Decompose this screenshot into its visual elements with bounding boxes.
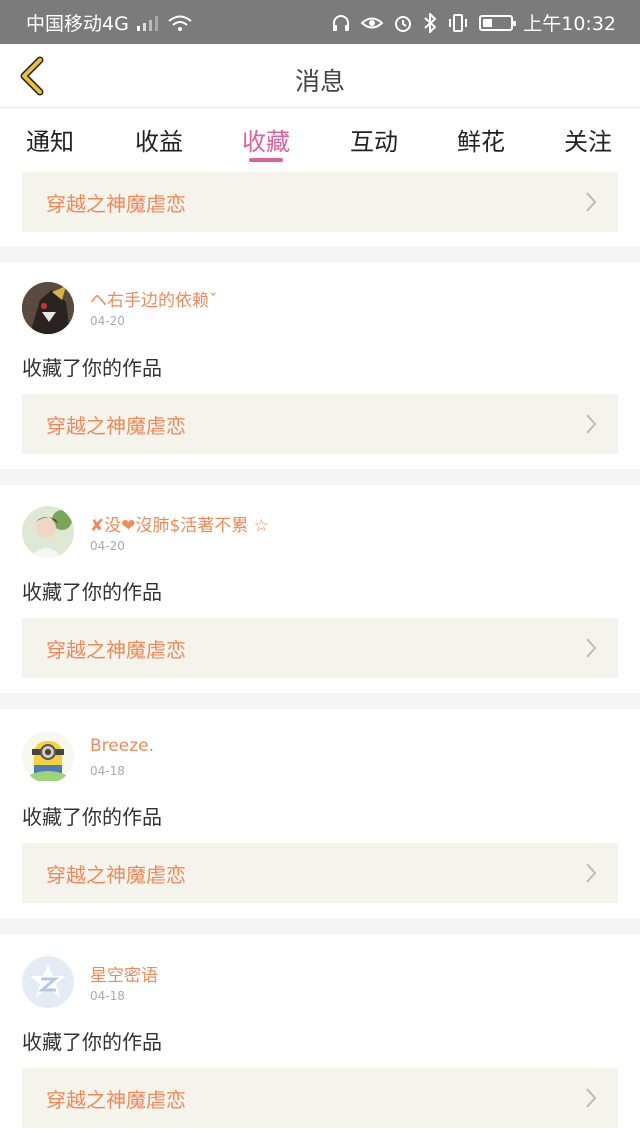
status-left: 中国移动4G	[26, 9, 193, 36]
post-date: 04-18	[90, 764, 125, 778]
action-text: 收藏了你的作品	[22, 805, 162, 829]
action-text: 收藏了你的作品	[22, 580, 162, 604]
alarm-icon	[393, 13, 413, 33]
divider	[0, 246, 640, 262]
chevron-right-icon	[586, 863, 597, 883]
work-link[interactable]: 穿越之神魔虐恋	[22, 172, 618, 232]
work-title: 穿越之神魔虐恋	[46, 863, 186, 887]
work-title: 穿越之神魔虐恋	[46, 192, 186, 216]
divider	[0, 693, 640, 709]
avatar[interactable]	[22, 731, 74, 783]
user-name[interactable]: 星空密语	[90, 961, 158, 986]
user-name[interactable]: ✘没❤沒肺$活著不累 ☆	[90, 511, 269, 536]
avatar[interactable]	[22, 282, 74, 334]
post-date: 04-20	[90, 539, 125, 553]
tab-interactions[interactable]: 互动	[320, 122, 428, 157]
status-right: 上午10:32	[331, 9, 616, 36]
post-date: 04-18	[90, 989, 125, 1003]
clock-label: 上午10:32	[523, 13, 616, 35]
tab-earnings[interactable]: 收益	[105, 122, 213, 157]
headset-icon	[331, 13, 351, 33]
status-bar: 中国移动4G 上午10:32	[0, 0, 640, 44]
page-title: 消息	[294, 67, 345, 96]
work-title: 穿越之神魔虐恋	[46, 414, 186, 438]
user-name[interactable]: Breeze.	[90, 736, 154, 756]
nav-bar: 消息	[0, 44, 640, 108]
work-link[interactable]: 穿越之神魔虐恋	[22, 618, 618, 678]
vibrate-icon	[447, 13, 469, 33]
avatar[interactable]	[22, 506, 74, 558]
tab-flowers[interactable]: 鲜花	[427, 122, 535, 157]
work-link[interactable]: 穿越之神魔虐恋	[22, 1068, 618, 1128]
work-title: 穿越之神魔虐恋	[46, 1088, 186, 1112]
tab-active-indicator	[249, 158, 283, 162]
chevron-right-icon	[586, 638, 597, 658]
signal-icon	[135, 14, 161, 32]
avatar[interactable]	[22, 956, 74, 1008]
work-title: 穿越之神魔虐恋	[46, 638, 186, 662]
wifi-icon	[167, 14, 193, 32]
tab-favorites[interactable]: 收藏	[212, 122, 320, 157]
chevron-right-icon	[586, 192, 597, 212]
chevron-right-icon	[586, 1088, 597, 1108]
action-text: 收藏了你的作品	[22, 1030, 162, 1054]
carrier-label: 中国移动4G	[26, 13, 129, 35]
chevron-right-icon	[586, 414, 597, 434]
divider	[0, 469, 640, 485]
tab-bar: 通知 收益 收藏 互动 鲜花 关注	[0, 110, 640, 166]
work-link[interactable]: 穿越之神魔虐恋	[22, 394, 618, 454]
battery-icon	[479, 14, 517, 31]
bluetooth-icon	[423, 12, 437, 33]
eye-icon	[361, 14, 384, 32]
action-text: 收藏了你的作品	[22, 356, 162, 380]
divider	[0, 918, 640, 934]
post-date: 04-20	[90, 314, 125, 328]
tab-following[interactable]: 关注	[534, 122, 640, 157]
tab-notifications[interactable]: 通知	[0, 122, 104, 157]
work-link[interactable]: 穿越之神魔虐恋	[22, 843, 618, 903]
user-name[interactable]: ヘ右手边的依赖ˇ	[90, 286, 218, 311]
